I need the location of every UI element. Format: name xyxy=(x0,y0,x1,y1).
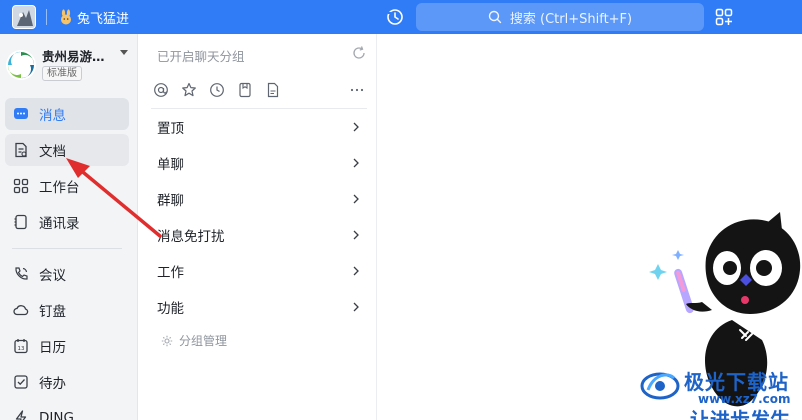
svg-text:13: 13 xyxy=(18,346,25,352)
sidebar-item-drive[interactable]: 钉盘 xyxy=(5,294,129,326)
cloud-drive-icon xyxy=(13,305,29,316)
sidebar-item-label: 日历 xyxy=(39,340,66,356)
star-icon[interactable] xyxy=(181,82,197,98)
watermark-title: 极光下载站 xyxy=(684,370,789,394)
search-icon xyxy=(488,10,502,24)
search-placeholder: 搜索 (Ctrl+Shift+F) xyxy=(509,11,633,27)
sidebar-item-label: 工作台 xyxy=(39,180,80,196)
group-functions[interactable]: 功能 xyxy=(139,289,375,325)
at-icon[interactable] xyxy=(153,82,169,98)
sidebar-item-label: 待办 xyxy=(39,376,66,392)
group-label: 单聊 xyxy=(157,157,184,173)
chevron-right-icon xyxy=(353,122,359,132)
filter-icon-row xyxy=(153,82,371,100)
sidebar-item-label: 消息 xyxy=(39,108,66,124)
file-icon[interactable] xyxy=(265,82,281,98)
sidebar-item-ding[interactable]: DING xyxy=(5,402,129,420)
group-label: 功能 xyxy=(157,301,184,317)
calendar-icon: 13 xyxy=(14,339,28,354)
contacts-icon xyxy=(14,214,27,230)
group-manage-button[interactable]: 分组管理 xyxy=(161,332,227,349)
group-group-chat[interactable]: 群聊 xyxy=(139,181,375,217)
chevron-right-icon xyxy=(353,266,359,276)
search-box[interactable]: 搜索 (Ctrl+Shift+F) xyxy=(416,3,704,31)
sidebar-item-contacts[interactable]: 通讯录 xyxy=(5,206,129,238)
panel-header: 已开启聊天分组 xyxy=(157,49,245,64)
sidebar-item-label: 会议 xyxy=(39,268,66,284)
sidebar-item-docs[interactable]: 文档 xyxy=(5,134,129,166)
watermark-subtitle: 让进步发生 xyxy=(690,408,790,420)
org-logo xyxy=(6,50,36,80)
group-label: 群聊 xyxy=(157,193,184,209)
sidebar-divider xyxy=(12,248,122,249)
site-logo-icon xyxy=(640,372,680,400)
gear-icon xyxy=(161,335,173,346)
sidebar-item-label: DING xyxy=(39,410,74,420)
rabbit-icon xyxy=(61,9,71,25)
user-status[interactable]: 兔飞猛进 xyxy=(58,7,129,27)
group-work[interactable]: 工作 xyxy=(139,253,375,289)
chevron-down-icon[interactable] xyxy=(120,50,128,55)
app-window: 兔飞猛进 搜索 (Ctrl+Shift+F) 贵州易游… 标准版 消息 文档 工… xyxy=(0,0,802,420)
group-pinned[interactable]: 置顶 xyxy=(139,109,375,145)
sidebar-item-meeting[interactable]: 会议 xyxy=(5,258,129,290)
edition-badge: 标准版 xyxy=(42,66,82,81)
message-icon xyxy=(14,108,28,119)
title-separator xyxy=(46,9,47,25)
title-bar: 兔飞猛进 搜索 (Ctrl+Shift+F) xyxy=(0,0,802,34)
bookmark-icon[interactable] xyxy=(237,82,253,98)
sidebar-item-label: 钉盘 xyxy=(39,304,66,320)
meeting-phone-icon xyxy=(15,267,28,280)
group-label: 消息免打扰 xyxy=(157,229,225,245)
left-sidebar: 贵州易游… 标准版 消息 文档 工作台 通讯录 会议 钉盘 13 日历 待办 D… xyxy=(0,34,138,420)
group-label: 工作 xyxy=(157,265,184,281)
ding-lightning-icon xyxy=(15,410,27,420)
history-icon[interactable] xyxy=(386,8,404,26)
more-icon[interactable] xyxy=(349,82,365,98)
chevron-right-icon xyxy=(353,158,359,168)
sidebar-item-label: 文档 xyxy=(39,144,66,160)
watermark: 极光下载站 www.xz7.com 让进步发生 xyxy=(640,364,802,420)
group-direct-chat[interactable]: 单聊 xyxy=(139,145,375,181)
clock-icon[interactable] xyxy=(209,82,225,98)
sidebar-item-todo[interactable]: 待办 xyxy=(5,366,129,398)
chevron-right-icon xyxy=(353,230,359,240)
chevron-right-icon xyxy=(353,302,359,312)
sidebar-item-messages[interactable]: 消息 xyxy=(5,98,129,130)
sidebar-item-workbench[interactable]: 工作台 xyxy=(5,170,129,202)
sidebar-item-calendar[interactable]: 13 日历 xyxy=(5,330,129,362)
org-name: 贵州易游… xyxy=(42,49,105,64)
workbench-icon xyxy=(13,178,29,194)
chevron-right-icon xyxy=(353,194,359,204)
add-apps-icon[interactable] xyxy=(715,8,733,26)
chat-groups-panel: 已开启聊天分组 置顶 单聊 群聊 消息免打扰 工作 功能 分组管理 xyxy=(139,34,377,420)
status-text: 兔飞猛进 xyxy=(77,11,130,27)
group-do-not-disturb[interactable]: 消息免打扰 xyxy=(139,217,375,253)
sidebar-item-label: 通讯录 xyxy=(39,216,80,232)
group-manage-label: 分组管理 xyxy=(179,334,228,348)
org-switcher[interactable]: 贵州易游… 标准版 xyxy=(6,46,132,86)
user-avatar[interactable] xyxy=(12,5,36,29)
document-icon xyxy=(15,142,27,158)
todo-check-icon xyxy=(14,375,28,389)
refresh-icon[interactable] xyxy=(351,45,367,61)
group-label: 置顶 xyxy=(157,121,184,137)
